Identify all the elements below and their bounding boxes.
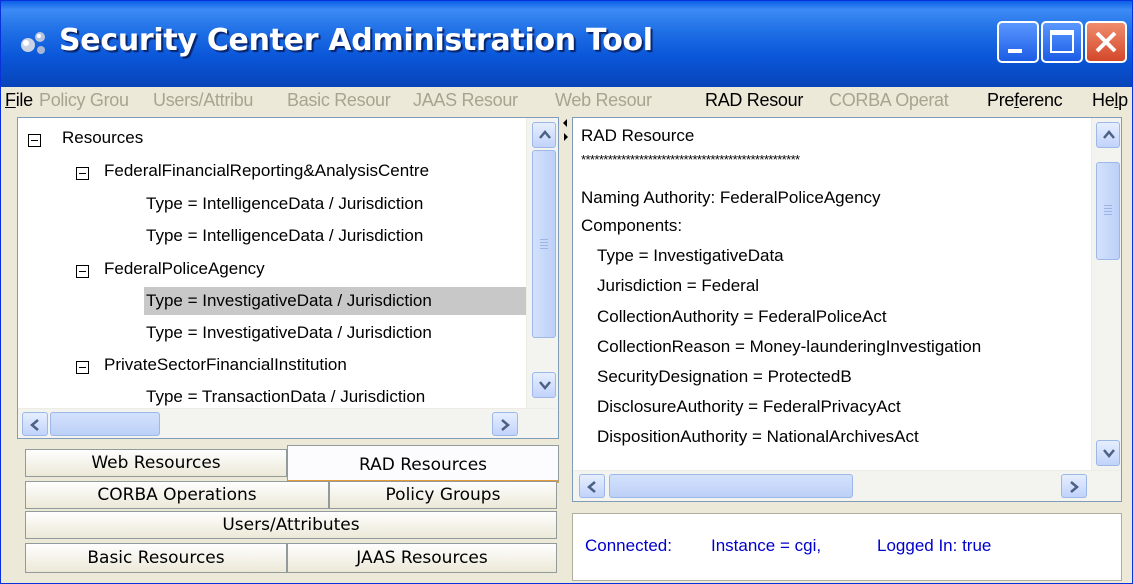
splitter[interactable] xyxy=(561,117,571,581)
menu-jaas-resources[interactable]: JAAS Resour xyxy=(413,90,518,111)
menu-basic-resources[interactable]: Basic Resour xyxy=(287,90,391,111)
arrow-up-icon xyxy=(1103,130,1115,139)
menu-corba-operations[interactable]: CORBA Operat xyxy=(829,90,949,111)
tab-jaas-resources[interactable]: JAAS Resources xyxy=(287,543,557,573)
close-button[interactable] xyxy=(1085,21,1127,63)
tree-vertical-scrollbar[interactable] xyxy=(526,118,558,408)
scroll-right-button[interactable] xyxy=(1061,474,1087,498)
tree-leaf-selected[interactable]: Type = InvestigativeData / Jurisdiction xyxy=(146,291,432,311)
tree-root[interactable]: Resources xyxy=(62,128,143,148)
maximize-icon xyxy=(1050,30,1074,53)
menu-bar: File Policy Grou Users/Attribu Basic Res… xyxy=(1,87,1132,115)
detail-vertical-scrollbar[interactable] xyxy=(1091,118,1121,470)
resource-detail-panel[interactable]: RAD Resource ***************************… xyxy=(572,117,1122,502)
menu-policy-groups[interactable]: Policy Grou xyxy=(39,90,129,111)
tab-corba-operations[interactable]: CORBA Operations xyxy=(25,481,329,509)
tab-policy-groups[interactable]: Policy Groups xyxy=(329,481,557,509)
component-item: Type = InvestigativeData xyxy=(597,246,784,265)
application-window: Security Center Administration Tool File… xyxy=(0,0,1133,584)
arrow-up-icon xyxy=(539,130,551,139)
tab-web-resources[interactable]: Web Resources xyxy=(25,449,287,477)
minimize-button[interactable] xyxy=(997,21,1039,63)
collapse-icon[interactable] xyxy=(76,167,89,180)
minimize-icon xyxy=(1008,49,1022,53)
tab-users-attributes[interactable]: Users/Attributes xyxy=(25,511,557,539)
close-icon xyxy=(1095,31,1117,53)
menu-users-attributes[interactable]: Users/Attribu xyxy=(153,90,253,111)
component-item: CollectionReason = Money-launderingInves… xyxy=(597,337,982,356)
scroll-left-button[interactable] xyxy=(579,474,605,498)
arrow-down-icon xyxy=(539,381,551,390)
menu-help[interactable]: Help xyxy=(1092,90,1128,111)
collapse-icon[interactable] xyxy=(76,361,89,374)
scroll-down-button[interactable] xyxy=(1096,440,1120,466)
tree-leaf[interactable]: Type = InvestigativeData / Jurisdiction xyxy=(146,323,432,343)
maximize-button[interactable] xyxy=(1041,21,1083,63)
scroll-thumb[interactable] xyxy=(532,150,556,338)
arrow-right-icon xyxy=(501,419,510,431)
resource-type-tabs: Web Resources RAD Resources CORBA Operat… xyxy=(17,441,559,581)
grip-lines xyxy=(540,239,548,249)
component-item: DisclosureAuthority = FederalPrivacyAct xyxy=(597,397,901,416)
arrow-left-icon xyxy=(587,481,596,493)
arrow-right-icon xyxy=(1070,481,1079,493)
menu-rad-resources[interactable]: RAD Resour xyxy=(705,90,803,111)
component-item: Jurisdiction = Federal xyxy=(597,276,760,295)
tree-horizontal-scrollbar[interactable] xyxy=(18,408,558,438)
scroll-left-button[interactable] xyxy=(22,412,48,436)
collapse-icon[interactable] xyxy=(76,265,89,278)
tree-node[interactable]: PrivateSectorFinancialInstitution xyxy=(104,355,347,375)
tab-basic-resources[interactable]: Basic Resources xyxy=(25,543,287,573)
scroll-thumb[interactable] xyxy=(1096,162,1120,260)
resource-tree[interactable]: Resources FederalFinancialReporting&Anal… xyxy=(17,117,559,439)
scroll-right-button[interactable] xyxy=(492,412,518,436)
tab-rad-resources[interactable]: RAD Resources xyxy=(287,445,559,483)
status-connected: Connected: xyxy=(585,536,672,555)
grip-lines xyxy=(1104,205,1112,215)
component-item: DispositionAuthority = NationalArchivesA… xyxy=(597,427,919,446)
tree-node[interactable]: FederalFinancialReporting&AnalysisCentre xyxy=(104,161,429,181)
menu-preferences[interactable]: Preferenc xyxy=(987,90,1063,111)
scroll-down-button[interactable] xyxy=(532,372,556,398)
tree-leaf[interactable]: Type = TransactionData / Jurisdiction xyxy=(146,387,425,407)
tree-node[interactable]: FederalPoliceAgency xyxy=(104,259,265,279)
splitter-arrows-icon xyxy=(563,119,568,141)
component-item: SecurityDesignation = ProtectedB xyxy=(597,367,852,386)
status-logged-in: Logged In: true xyxy=(877,536,992,555)
status-instance: Instance = cgi, xyxy=(711,536,822,555)
naming-authority: Naming Authority: FederalPoliceAgency xyxy=(581,188,881,207)
menu-web-resources[interactable]: Web Resour xyxy=(555,90,652,111)
detail-horizontal-scrollbar[interactable] xyxy=(573,470,1121,501)
scroll-up-button[interactable] xyxy=(532,122,556,148)
components-label: Components: xyxy=(581,216,683,235)
tree-leaf[interactable]: Type = IntelligenceData / Jurisdiction xyxy=(146,194,423,214)
scroll-thumb-horizontal[interactable] xyxy=(50,412,160,436)
status-bar: Connected: Instance = cgi, Logged In: tr… xyxy=(572,513,1122,581)
app-icon xyxy=(21,32,45,54)
scroll-thumb-horizontal[interactable] xyxy=(609,474,853,498)
title-bar[interactable]: Security Center Administration Tool xyxy=(1,1,1132,87)
tree-leaf[interactable]: Type = IntelligenceData / Jurisdiction xyxy=(146,226,423,246)
arrow-left-icon xyxy=(30,419,39,431)
arrow-down-icon xyxy=(1103,449,1115,458)
menu-file[interactable]: File xyxy=(5,90,33,111)
scroll-up-button[interactable] xyxy=(1096,122,1120,148)
window-title: Security Center Administration Tool xyxy=(59,23,653,58)
component-item: CollectionAuthority = FederalPoliceAct xyxy=(597,307,887,326)
collapse-icon[interactable] xyxy=(28,134,41,147)
detail-separator: ****************************************… xyxy=(581,152,800,167)
detail-heading: RAD Resource xyxy=(581,126,695,145)
